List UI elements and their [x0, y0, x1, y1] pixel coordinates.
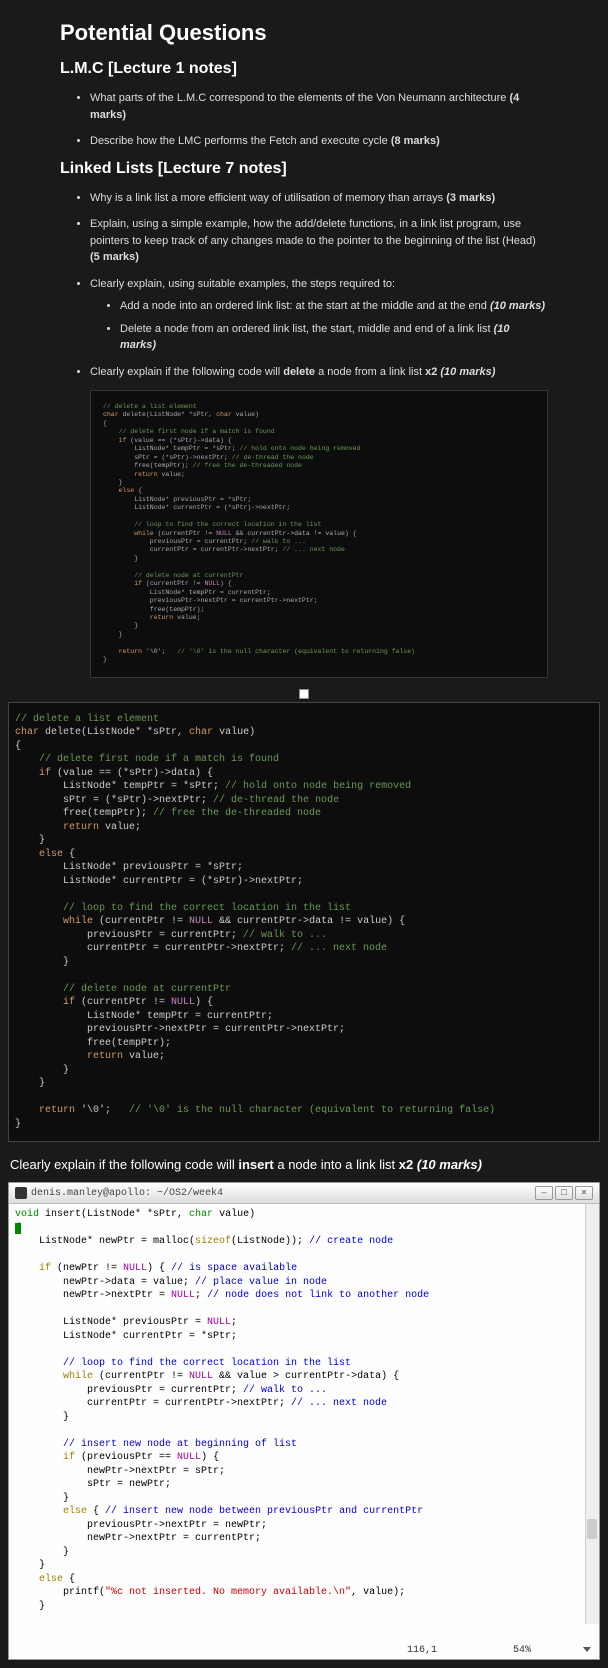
q-text: Why is a link list a more efficient way … — [90, 192, 446, 204]
heading-main: Potential Questions — [60, 20, 548, 46]
q-text: Delete a node from an ordered link list,… — [120, 323, 494, 335]
terminal-title: denis.manley@apollo: ~/OS2/week4 — [31, 1188, 223, 1199]
terminal-statusbar: 116,1 54% — [9, 1642, 599, 1659]
q-marks: (10 marks) — [440, 366, 495, 378]
terminal-body[interactable]: void insert(ListNode* *sPtr, char value)… — [9, 1204, 599, 1642]
dropdown-arrow-icon[interactable] — [583, 1647, 591, 1652]
q-marks: (10 marks) — [490, 300, 545, 312]
list-item: Clearly explain if the following code wi… — [90, 364, 548, 381]
q-text: Add a node into an ordered link list: at… — [120, 300, 490, 312]
list-item: Clearly explain, using suitable examples… — [90, 276, 548, 354]
resize-handle-icon[interactable] — [299, 689, 309, 699]
q-marks: (3 marks) — [446, 192, 495, 204]
q-text: Explain, using a simple example, how the… — [90, 218, 536, 247]
scrollbar[interactable] — [585, 1204, 599, 1624]
minimize-button[interactable]: — — [535, 1186, 553, 1200]
q-marks: (5 marks) — [90, 251, 139, 263]
list-item: Explain, using a simple example, how the… — [90, 216, 548, 266]
q-pre: Clearly explain if the following code wi… — [10, 1157, 238, 1172]
q-marks: (10 marks) — [417, 1157, 482, 1172]
maximize-button[interactable]: ☐ — [555, 1186, 573, 1200]
heading-lmc: L.M.C [Lecture 1 notes] — [60, 60, 548, 78]
q-pre: Clearly explain if the following code wi… — [90, 366, 283, 378]
list-item: What parts of the L.M.C correspond to th… — [90, 90, 548, 123]
q-bold: insert — [238, 1157, 273, 1172]
scroll-percent: 54% — [513, 1645, 573, 1656]
sub-list: Add a node into an ordered link list: at… — [90, 298, 548, 354]
list-item: Add a node into an ordered link list: at… — [120, 298, 548, 315]
code-block-delete: // delete a list element char delete(Lis… — [8, 702, 600, 1143]
scrollbar-thumb[interactable] — [587, 1519, 597, 1539]
linked-list: Why is a link list a more efficient way … — [60, 190, 548, 381]
document-body: Potential Questions L.M.C [Lecture 1 not… — [0, 0, 608, 688]
q-x2: x2 — [425, 366, 440, 378]
cursor-position: 116,1 — [407, 1645, 507, 1656]
q-post: a node from a link list — [315, 366, 425, 378]
q-text: Describe how the LMC performs the Fetch … — [90, 135, 391, 147]
list-item: Delete a node from an ordered link list,… — [120, 321, 548, 354]
q-marks: (8 marks) — [391, 135, 440, 147]
terminal-icon — [15, 1187, 27, 1199]
q-text: What parts of the L.M.C correspond to th… — [90, 92, 509, 104]
list-item: Why is a link list a more efficient way … — [90, 190, 548, 207]
q-text: Clearly explain, using suitable examples… — [90, 278, 395, 290]
insert-question: Clearly explain if the following code wi… — [0, 1142, 608, 1182]
lmc-list: What parts of the L.M.C correspond to th… — [60, 90, 548, 150]
terminal-titlebar[interactable]: denis.manley@apollo: ~/OS2/week4 — ☐ ✕ — [9, 1183, 599, 1204]
q-bold: delete — [283, 366, 315, 378]
list-item: Describe how the LMC performs the Fetch … — [90, 133, 548, 150]
q-post: a node into a link list — [274, 1157, 399, 1172]
terminal-window: denis.manley@apollo: ~/OS2/week4 — ☐ ✕ v… — [8, 1182, 600, 1660]
q-x2: x2 — [399, 1157, 417, 1172]
code-thumbnail-delete: // delete a list element char delete(Lis… — [90, 390, 548, 678]
window-controls: — ☐ ✕ — [535, 1186, 593, 1200]
heading-linked: Linked Lists [Lecture 7 notes] — [60, 160, 548, 178]
close-button[interactable]: ✕ — [575, 1186, 593, 1200]
cursor: { — [15, 1223, 21, 1234]
